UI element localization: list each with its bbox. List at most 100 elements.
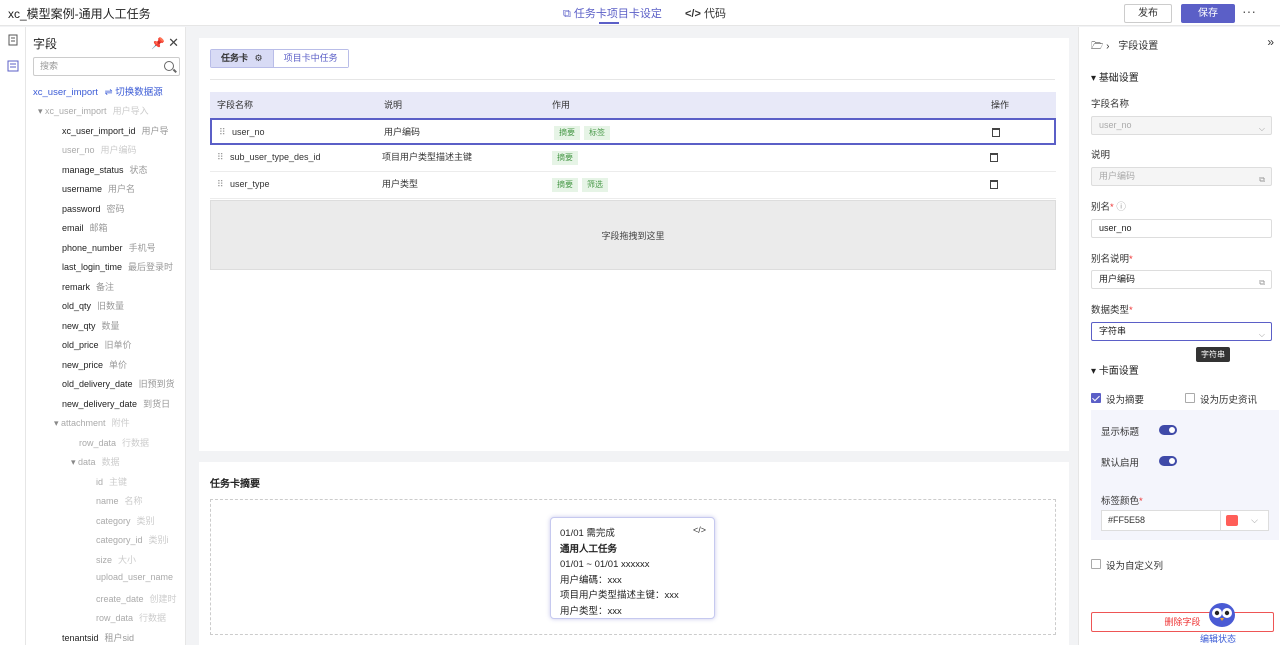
switch-datasource-link[interactable]: ⇌ 切换数据源 [105, 87, 163, 98]
field-tree-item[interactable]: category 类别 [96, 514, 155, 527]
field-tree-item[interactable]: size 大小 [96, 553, 136, 566]
table-row[interactable]: ⠿ user_type 用户类型 摘要 筛选 [210, 172, 1056, 199]
delete-field-button[interactable]: 删除字段 [1091, 612, 1274, 632]
field-name: create_date [96, 593, 144, 604]
publish-button[interactable]: 发布 [1124, 4, 1172, 23]
breadcrumb: 🗁 › 字段设置 [1091, 37, 1158, 56]
field-name: phone_number [62, 242, 123, 253]
help-icon[interactable]: ⓘ [1116, 202, 1126, 213]
field-tree-item[interactable]: old_delivery_date 旧预到货 [62, 377, 175, 390]
chevron-down-icon[interactable]: ⌵ [1251, 511, 1258, 530]
field-desc: 名称 [124, 496, 143, 506]
data-type-label: 数据类型* [1091, 302, 1133, 316]
drop-zone[interactable]: 字段拖拽到这里 [210, 200, 1056, 270]
set-history-checkbox[interactable] [1185, 393, 1195, 403]
seg-project-task[interactable]: 项目卡中任务 [272, 50, 348, 67]
field-tree-item[interactable]: row_data 行数据 [96, 611, 166, 624]
row-field-name: user_no [232, 127, 265, 137]
field-name: password [62, 203, 101, 214]
field-tree-item[interactable]: id 主键 [96, 475, 127, 488]
field-tree-item[interactable]: ▾ data 数据 [71, 455, 120, 468]
card-settings-section[interactable]: ▾ 卡面设置 [1091, 362, 1139, 377]
tab-task-card-settings[interactable]: ⧉ 任务卡项目卡设定 [563, 5, 662, 21]
seg-task-card[interactable]: 任务卡 ⚙ [211, 50, 273, 67]
alias-input[interactable]: user_no [1091, 219, 1272, 238]
summary-panel: 任务卡摘要 </> 01/01 需完成 通用人工任务 01/01 ~ 01/01… [199, 462, 1069, 645]
field-tree-item[interactable]: new_price 单价 [62, 358, 127, 371]
field-desc: 到货日 [143, 398, 171, 409]
tag-color-input[interactable]: #FF5E58 ⌵ [1101, 510, 1269, 531]
alias-desc-input[interactable]: 用户编码 ⧉ [1091, 270, 1272, 289]
field-tree-item[interactable]: ▾ xc_user_import 用户导入 [38, 104, 149, 117]
field-name: id [96, 476, 104, 487]
field-search-input[interactable]: 搜索 [33, 57, 180, 76]
trash-icon[interactable] [990, 153, 998, 162]
field-tree-item[interactable]: row_data 行数据 [79, 436, 149, 449]
settings-icon[interactable]: ⚙ [255, 53, 263, 63]
table-row[interactable]: ⠿ user_no 用户编码 摘要 标签 [210, 118, 1056, 145]
desc-label: 说明 [1091, 150, 1111, 161]
col-role: 作用 [552, 92, 571, 118]
field-tree-item[interactable]: create_date 创建时 [96, 592, 177, 605]
field-name: old_price [62, 340, 99, 350]
field-name: last_login_time [62, 262, 123, 272]
field-name: email [62, 223, 84, 233]
trash-icon[interactable] [992, 128, 1000, 137]
field-desc: 数据 [101, 457, 120, 467]
field-tree-item[interactable]: email 邮箱 [62, 221, 108, 234]
save-button[interactable]: 保存 [1181, 4, 1235, 23]
row-desc: 项目用户类型描述主键 [382, 152, 473, 162]
col-operation: 操作 [991, 92, 1010, 118]
collapse-icon[interactable]: » [1267, 35, 1274, 49]
close-icon[interactable]: ✕ [168, 35, 179, 50]
field-tree-item[interactable]: new_delivery_date 到货日 [62, 397, 170, 410]
field-tree-item[interactable]: old_price 旧单价 [62, 338, 132, 351]
field-tree-item[interactable]: xc_user_import_id 用户导 [62, 124, 169, 137]
field-tree-item[interactable]: last_login_time 最后登录时 [62, 260, 173, 273]
show-title-toggle[interactable] [1159, 425, 1177, 435]
role-tag: 摘要 [552, 151, 578, 165]
set-summary-checkbox[interactable] [1091, 393, 1101, 403]
data-type-select[interactable]: 字符串 ⌵ [1091, 322, 1272, 341]
data-type-tooltip: 字符串 [1196, 347, 1230, 362]
default-enable-toggle[interactable] [1159, 456, 1177, 466]
field-tree-item[interactable]: upload_user_name [96, 572, 179, 582]
table-row[interactable]: ⠿ sub_user_type_des_id 项目用户类型描述主键 摘要 [210, 145, 1056, 172]
tab-code[interactable]: </> 代码 [685, 5, 726, 21]
field-list-icon[interactable] [6, 59, 20, 73]
pin-icon[interactable]: 📌 [151, 38, 165, 50]
drag-handle-icon[interactable]: ⠿ [217, 145, 224, 170]
set-custom-column-checkbox[interactable] [1091, 559, 1101, 569]
set-custom-column-label: 设为自定义列 [1106, 561, 1164, 572]
field-tree-item[interactable]: category_id 类别i [96, 533, 169, 546]
basic-settings-section[interactable]: ▾ 基础设置 [1091, 69, 1139, 84]
field-tree-item[interactable]: password 密码 [62, 202, 125, 215]
trash-icon[interactable] [990, 180, 998, 189]
edit-state-label[interactable]: 编辑状态 [1200, 632, 1236, 645]
field-tree-item[interactable]: user_no 用户编码 [62, 143, 137, 156]
translate-icon[interactable]: ⧉ [1259, 274, 1265, 291]
drag-handle-icon[interactable]: ⠿ [217, 172, 224, 197]
field-tree-item[interactable]: name 名称 [96, 494, 143, 507]
field-tree-item[interactable]: remark 备注 [62, 280, 114, 293]
field-tree-item[interactable]: username 用户名 [62, 182, 135, 195]
caret-down-icon[interactable]: ▾ [71, 457, 78, 467]
code-icon[interactable]: </> [693, 525, 706, 535]
field-desc: 用户名 [108, 184, 136, 194]
field-tree-item[interactable]: tenantsid 租户sid [62, 631, 134, 644]
field-tree-item[interactable]: ▾ attachment 附件 [54, 416, 130, 429]
color-swatch[interactable] [1226, 515, 1238, 526]
document-icon[interactable] [6, 33, 20, 47]
data-type-value: 字符串 [1099, 326, 1127, 336]
field-tree-item[interactable]: phone_number 手机号 [62, 241, 156, 254]
more-icon[interactable]: ··· [1242, 3, 1256, 19]
caret-down-icon[interactable]: ▾ [38, 106, 45, 116]
task-card-preview[interactable]: </> 01/01 需完成 通用人工任务 01/01 ~ 01/01 xxxxx… [550, 517, 715, 619]
field-desc: 用户编码 [100, 145, 137, 155]
field-tree-item[interactable]: manage_status 状态 [62, 163, 148, 176]
owl-assistant-icon[interactable] [1207, 600, 1237, 628]
field-tree-item[interactable]: new_qty 数量 [62, 319, 120, 332]
caret-down-icon[interactable]: ▾ [54, 418, 61, 428]
field-tree-item[interactable]: old_qty 旧数量 [62, 299, 124, 312]
drag-handle-icon[interactable]: ⠿ [219, 120, 226, 145]
